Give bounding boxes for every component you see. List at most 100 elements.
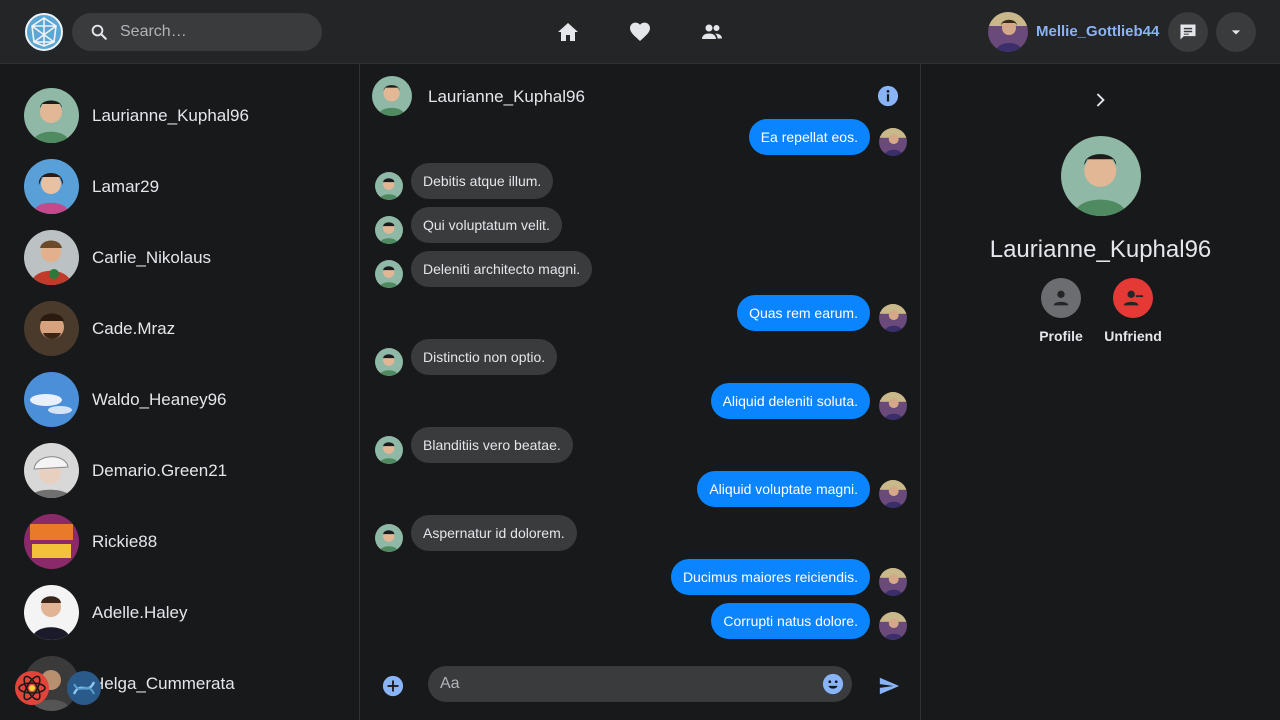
friend-photo-icon bbox=[24, 88, 79, 143]
friend-item[interactable]: Rickie88 bbox=[24, 514, 344, 570]
contact-avatar-large bbox=[1061, 136, 1141, 216]
user-photo-icon bbox=[879, 304, 907, 332]
message-composer[interactable] bbox=[428, 666, 852, 702]
friend-item[interactable]: Laurianne_Kuphal96 bbox=[24, 88, 344, 144]
sender-avatar bbox=[879, 392, 907, 420]
search-box[interactable] bbox=[72, 13, 322, 51]
contact-photo-icon bbox=[375, 348, 403, 376]
friend-name: Carlie_Nikolaus bbox=[92, 248, 212, 267]
add-attachment-icon[interactable] bbox=[382, 675, 404, 697]
contact-message-avatar bbox=[375, 348, 403, 376]
user-photo-icon bbox=[988, 12, 1028, 52]
message-out: Ducimus maiores reiciendis. bbox=[670, 559, 870, 595]
friend-name: Laurianne_Kuphal96 bbox=[92, 106, 249, 125]
friend-item[interactable]: Lamar29 bbox=[24, 159, 344, 215]
emoji-icon[interactable] bbox=[822, 673, 844, 695]
query-devtools-icon[interactable] bbox=[66, 670, 102, 706]
chevron-right-icon[interactable] bbox=[1091, 90, 1111, 110]
friend-photo-icon bbox=[24, 585, 79, 640]
friend-item[interactable]: Carlie_Nikolaus bbox=[24, 230, 344, 286]
search-input[interactable] bbox=[120, 13, 310, 51]
contact-photo-icon bbox=[372, 76, 412, 116]
contact-message-avatar bbox=[375, 524, 403, 552]
friend-photo-icon bbox=[24, 159, 79, 214]
contact-photo-icon bbox=[375, 216, 403, 244]
contact-message-avatar bbox=[375, 260, 403, 288]
contact-details-panel: Laurianne_Kuphal96 Profile Unfriend bbox=[921, 64, 1280, 720]
message-out: Corrupti natus dolore. bbox=[711, 603, 870, 639]
info-icon[interactable] bbox=[877, 85, 899, 107]
user-photo-icon bbox=[879, 568, 907, 596]
friend-avatar bbox=[24, 372, 79, 427]
current-user-avatar[interactable] bbox=[988, 12, 1028, 52]
message-in: Qui voluptatum velit. bbox=[411, 207, 562, 243]
profile-button[interactable]: Profile bbox=[1026, 278, 1096, 344]
user-photo-icon bbox=[879, 392, 907, 420]
friend-name: Lamar29 bbox=[92, 177, 160, 196]
send-icon[interactable] bbox=[878, 675, 900, 697]
user-photo-icon bbox=[879, 612, 907, 640]
contact-photo-icon bbox=[375, 260, 403, 288]
top-bar: Mellie_Gottlieb44 bbox=[0, 0, 1280, 64]
friend-avatar bbox=[24, 230, 79, 285]
friend-item[interactable]: Waldo_Heaney96 bbox=[24, 372, 344, 428]
sender-avatar bbox=[879, 304, 907, 332]
unfriend-circle[interactable] bbox=[1113, 278, 1153, 318]
friend-photo-icon bbox=[24, 230, 79, 285]
friend-avatar bbox=[24, 514, 79, 569]
message-out: Quas rem earum. bbox=[737, 295, 870, 331]
chat-icon bbox=[1180, 24, 1196, 40]
user-photo-icon bbox=[879, 480, 907, 508]
person-icon bbox=[1053, 290, 1069, 306]
contact-photo-icon bbox=[1061, 136, 1141, 216]
caret-down-icon bbox=[1231, 30, 1241, 35]
friend-name: Adelle.Haley bbox=[92, 603, 188, 622]
contact-photo-icon bbox=[375, 436, 403, 464]
globe-logo-icon bbox=[25, 13, 63, 51]
friends-sidebar: Laurianne_Kuphal96 Lamar29 Carlie_Nikola… bbox=[0, 64, 359, 720]
friend-item[interactable]: Demario.Green21 bbox=[24, 443, 344, 499]
contact-message-avatar bbox=[375, 216, 403, 244]
messenger-button[interactable] bbox=[1168, 12, 1208, 52]
chat-contact-name[interactable]: Laurianne_Kuphal96 bbox=[428, 87, 585, 107]
home-icon[interactable] bbox=[556, 20, 580, 44]
user-photo-icon bbox=[879, 128, 907, 156]
friend-name: Helga_Cummerata bbox=[92, 674, 235, 693]
contact-message-avatar bbox=[375, 172, 403, 200]
friend-name: Cade.Mraz bbox=[92, 319, 176, 338]
contact-photo-icon bbox=[375, 524, 403, 552]
app-logo[interactable] bbox=[24, 12, 64, 52]
search-icon bbox=[91, 24, 107, 40]
message-in: Debitis atque illum. bbox=[411, 163, 554, 199]
heart-icon[interactable] bbox=[628, 20, 652, 44]
message-in: Aspernatur id dolorem. bbox=[411, 515, 577, 551]
contact-photo-icon bbox=[375, 172, 403, 200]
profile-circle[interactable] bbox=[1041, 278, 1081, 318]
chat-panel: Laurianne_Kuphal96 Ea repellat eos. Debi… bbox=[359, 64, 921, 720]
chat-contact-avatar[interactable] bbox=[372, 76, 412, 116]
react-devtools-icon[interactable] bbox=[14, 670, 50, 706]
current-user-name[interactable]: Mellie_Gottlieb44 bbox=[1036, 23, 1159, 40]
message-out: Aliquid deleniti soluta. bbox=[710, 383, 870, 419]
friend-photo-icon bbox=[24, 443, 79, 498]
message-input[interactable] bbox=[440, 666, 810, 702]
friend-name: Rickie88 bbox=[92, 532, 158, 551]
friend-avatar bbox=[24, 443, 79, 498]
account-menu-button[interactable] bbox=[1216, 12, 1256, 52]
friend-avatar bbox=[24, 159, 79, 214]
person-remove-icon bbox=[1123, 290, 1144, 306]
message-out: Aliquid voluptate magni. bbox=[697, 471, 870, 507]
friends-icon[interactable] bbox=[700, 20, 724, 44]
sender-avatar bbox=[879, 612, 907, 640]
message-in: Blanditiis vero beatae. bbox=[411, 427, 573, 463]
friend-item[interactable]: Cade.Mraz bbox=[24, 301, 344, 357]
profile-label[interactable]: Profile bbox=[1026, 328, 1096, 344]
message-out: Ea repellat eos. bbox=[748, 119, 870, 155]
unfriend-label[interactable]: Unfriend bbox=[1098, 328, 1168, 344]
unfriend-button[interactable]: Unfriend bbox=[1098, 278, 1168, 344]
message-in: Distinctio non optio. bbox=[411, 339, 558, 375]
sender-avatar bbox=[879, 480, 907, 508]
friend-item[interactable]: Adelle.Haley bbox=[24, 585, 344, 641]
message-in: Deleniti architecto magni. bbox=[411, 251, 593, 287]
contact-name-large: Laurianne_Kuphal96 bbox=[989, 236, 1212, 263]
